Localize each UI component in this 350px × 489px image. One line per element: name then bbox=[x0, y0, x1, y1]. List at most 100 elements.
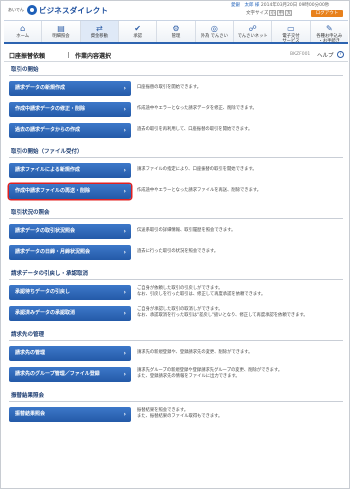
menu-row: 請求先のグループ管理／ファイル登録 › 請求先グループの新規登録や登録請求先グループ… bbox=[9, 365, 343, 383]
nav-item-label: 各種お申込み ・お手続き bbox=[316, 34, 343, 44]
nav-item-label: でんさいネット bbox=[237, 34, 268, 39]
chevron-right-icon: › bbox=[123, 288, 126, 296]
gear-icon: ⚙ bbox=[172, 24, 180, 33]
user-name: 愛銀 太郎 様 bbox=[231, 3, 260, 8]
menu-button[interactable]: 過去の請求データからの作成 › bbox=[9, 122, 131, 138]
menu-description: 作成途中やエラーとなった請求ファイルを再送、削除できます。 bbox=[137, 188, 262, 193]
section: 請求先の管理 請求先の管理 › 請求先の新規登録や、登録請求先の変更、削除ができます。… bbox=[9, 329, 343, 390]
nav-item-gear[interactable]: ⚙ 管理 bbox=[157, 21, 196, 42]
menu-description: 振替結果を照会できます。 また、振替結果のファイル取得もできます。 bbox=[137, 408, 223, 419]
menu-button-label: 請求ファイルによる新規作成 bbox=[15, 166, 80, 173]
screen-code: BKZF001 bbox=[290, 52, 311, 57]
logout-button[interactable]: ログアウト bbox=[311, 10, 343, 17]
font-size-medium[interactable]: 中 bbox=[277, 10, 285, 16]
page-title: 作業内容選択 bbox=[75, 53, 112, 60]
nav-item-label: 承認 bbox=[133, 34, 142, 39]
menu-description: 作成途中やエラーとなった請求データを修正、削除できます。 bbox=[137, 106, 257, 111]
menu-button-label: 承認済みデータの承認取消 bbox=[15, 309, 76, 316]
menu-button[interactable]: 請求先のグループ管理／ファイル登録 › bbox=[9, 366, 131, 382]
chevron-right-icon: › bbox=[123, 166, 126, 174]
menu-row: 承認待ちデータの引戻し › ご自身が依頼した取引の引戻しができます。 なお、引戻しを… bbox=[9, 283, 343, 301]
network-icon: ☍ bbox=[248, 24, 257, 33]
menu-button-label: 請求データの取引状況照会 bbox=[15, 227, 76, 234]
menu-description: ご自身が承認した取引の取消しができます。 なお、承認取消を行った取引は"差戻し"… bbox=[137, 307, 308, 318]
section-title: 振替結果照会 bbox=[9, 390, 343, 402]
menu-description: 請求先グループの新規登録や登録請求先グループの変更、削除ができます。 また、登録… bbox=[137, 368, 283, 379]
last-login: 2014年03月20日 09時00分00秒 bbox=[260, 3, 330, 8]
menu-row: 請求データの日締・月締状況照会 › 過去に行った取引の状況を照会できます。 bbox=[9, 243, 343, 261]
help-link[interactable]: ヘルプ bbox=[317, 51, 334, 59]
menu-button[interactable]: 請求データの新規作成 › bbox=[9, 80, 131, 96]
header: あいでん ビジネスダイレクト 愛銀 太郎 様 2014年03月20日 09時00… bbox=[1, 1, 349, 18]
menu-button-label: 請求先の管理 bbox=[15, 349, 46, 356]
menu-button[interactable]: 作成中請求ファイルの再送・削除 › bbox=[9, 183, 131, 199]
nav-item-label: 明細照会 bbox=[52, 34, 70, 39]
bank-name: ビジネスダイレクト bbox=[38, 5, 109, 15]
menu-row: 過去の請求データからの作成 › 過去の取引を再利用して、口座振替の取引を開始できます… bbox=[9, 121, 343, 139]
section-title: 請求先の管理 bbox=[9, 329, 343, 341]
menu-button-label: 請求データの新規作成 bbox=[15, 84, 66, 91]
menu-description: 伝送系取引の詳細情報、取引履歴を照会できます。 bbox=[137, 228, 236, 233]
bank-logo[interactable]: あいでん ビジネスダイレクト bbox=[8, 4, 108, 16]
chevron-right-icon: › bbox=[123, 105, 126, 113]
font-size-large[interactable]: 大 bbox=[285, 10, 293, 16]
menu-row: 請求データの取引状況照会 › 伝送系取引の詳細情報、取引履歴を照会できます。 bbox=[9, 222, 343, 240]
menu-row: 振替結果照会 › 振替結果を照会できます。 また、振替結果のファイル取得もできます。 bbox=[9, 405, 343, 423]
menu-description: 口座振替の取引を開始できます。 bbox=[137, 85, 202, 90]
bank-prefix: あいでん bbox=[8, 7, 24, 12]
menu-button[interactable]: 承認待ちデータの引戻し › bbox=[9, 284, 131, 300]
section: 振替結果照会 振替結果照会 › 振替結果を照会できます。 また、振替結果のファイル取得… bbox=[9, 390, 343, 430]
menu-description: ご自身が依頼した取引の引戻しができます。 なお、引戻しを行った取引は、修正して再… bbox=[137, 286, 266, 297]
menu-row: 請求先の管理 › 請求先の新規登録や、登録請求先の変更、削除ができます。 bbox=[9, 344, 343, 362]
menu-description: 過去に行った取引の状況を照会できます。 bbox=[137, 249, 219, 254]
main-content: 取引の開始 請求データの新規作成 › 口座振替の取引を開始できます。 作成中請求データの… bbox=[9, 64, 343, 430]
nav-item-network[interactable]: ☍ でんさいネット bbox=[234, 21, 273, 42]
nav-item-label: 電子交付 サービス bbox=[282, 34, 300, 44]
global-nav: ⌂ ホーム ▤ 明細照会 ⇄ 資金移動 ✔ 承認 ⚙ 管理 ◎ 外為 でんさい ☍ でんさいネット ▭ 電子交… bbox=[4, 20, 348, 44]
nav-item-form[interactable]: ✎ 各種お申込み ・お手続き bbox=[311, 21, 348, 44]
menu-row: 請求データの新規作成 › 口座振替の取引を開始できます。 bbox=[9, 79, 343, 97]
section-title: 請求データの引戻し・承認取消 bbox=[9, 268, 343, 280]
menu-row: 請求ファイルによる新規作成 › 請求ファイルの指定により、口座振替の取引を開始できま… bbox=[9, 161, 343, 179]
section: 取引の開始（ファイル受付） 請求ファイルによる新規作成 › 請求ファイルの指定により、… bbox=[9, 146, 343, 207]
nav-item-globe[interactable]: ◎ 外為 でんさい bbox=[196, 21, 234, 42]
approve-icon: ✔ bbox=[134, 24, 141, 33]
title-bar: 口座振替依頼 作業内容選択 BKZF001 ヘルプ ? bbox=[4, 47, 348, 62]
chevron-right-icon: › bbox=[123, 126, 126, 134]
nav-item-label: 外為 でんさい bbox=[200, 34, 228, 39]
menu-button-label: 作成中請求ファイルの再送・削除 bbox=[15, 187, 91, 194]
menu-button[interactable]: 請求ファイルによる新規作成 › bbox=[9, 162, 131, 178]
section: 取引状況の照会 請求データの取引状況照会 › 伝送系取引の詳細情報、取引履歴を照会でき… bbox=[9, 207, 343, 268]
menu-description: 過去の取引を再利用して、口座振替の取引を開始できます。 bbox=[137, 127, 253, 132]
menu-button-label: 作成中請求データの修正・削除 bbox=[15, 105, 86, 112]
menu-button[interactable]: 作成中請求データの修正・削除 › bbox=[9, 101, 131, 117]
help-icon[interactable]: ? bbox=[337, 51, 344, 58]
menu-button[interactable]: 振替結果照会 › bbox=[9, 406, 131, 422]
font-size-small[interactable]: 小 bbox=[269, 10, 277, 16]
chevron-right-icon: › bbox=[123, 349, 126, 357]
home-icon: ⌂ bbox=[20, 24, 26, 33]
chevron-right-icon: › bbox=[123, 248, 126, 256]
menu-button-label: 請求データの日締・月締状況照会 bbox=[15, 248, 91, 255]
nav-item-home[interactable]: ⌂ ホーム bbox=[4, 21, 43, 42]
menu-button-label: 振替結果照会 bbox=[15, 410, 46, 417]
page-frame: あいでん ビジネスダイレクト 愛銀 太郎 様 2014年03月20日 09時00… bbox=[0, 0, 350, 489]
nav-item-document[interactable]: ▤ 明細照会 bbox=[42, 21, 81, 42]
nav-item-transfer[interactable]: ⇄ 資金移動 bbox=[80, 21, 119, 42]
section: 請求データの引戻し・承認取消承認待ちデータの引戻し › ご自身が依頼した取引の引戻し… bbox=[9, 268, 343, 329]
section-title: 取引の開始（ファイル受付） bbox=[9, 146, 343, 158]
section-title: 取引の開始 bbox=[9, 64, 343, 76]
menu-button[interactable]: 請求データの日締・月締状況照会 › bbox=[9, 244, 131, 260]
nav-item-approve[interactable]: ✔ 承認 bbox=[119, 21, 158, 42]
chevron-right-icon: › bbox=[123, 227, 126, 235]
nav-item-label: ホーム bbox=[16, 34, 30, 39]
form-icon: ✎ bbox=[325, 24, 333, 33]
nav-item-monitor[interactable]: ▭ 電子交付 サービス bbox=[272, 21, 311, 44]
menu-description: 請求先の新規登録や、登録請求先の変更、削除ができます。 bbox=[137, 350, 253, 355]
menu-button[interactable]: 請求データの取引状況照会 › bbox=[9, 223, 131, 239]
globe-icon: ◎ bbox=[210, 24, 218, 33]
chevron-right-icon: › bbox=[123, 410, 126, 418]
menu-button[interactable]: 請求先の管理 › bbox=[9, 345, 131, 361]
menu-button[interactable]: 承認済みデータの承認取消 › bbox=[9, 305, 131, 321]
